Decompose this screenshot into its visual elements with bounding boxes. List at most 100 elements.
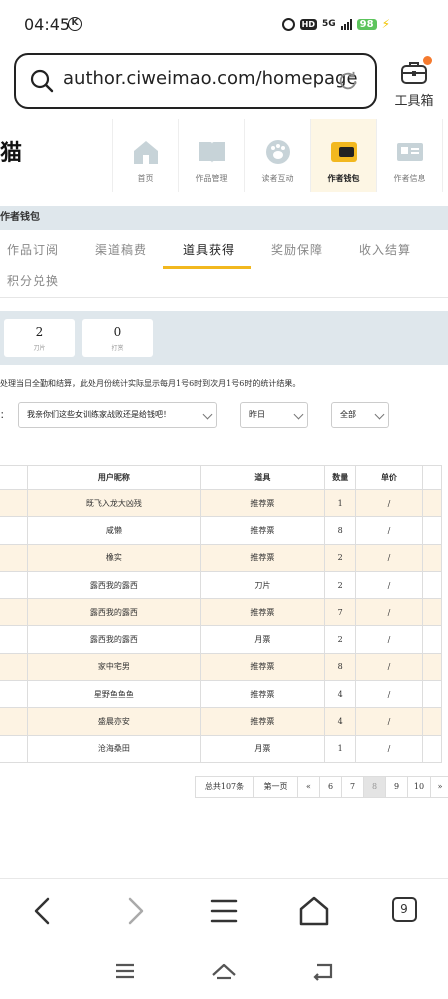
first-page-button[interactable]: 第一页	[253, 776, 298, 798]
active-tab-indicator	[163, 266, 251, 269]
alarm-icon	[281, 17, 295, 31]
chevron-down-icon	[293, 409, 304, 420]
browser-bottom-bar: 9	[0, 878, 448, 944]
type-select[interactable]: 全部	[331, 402, 389, 428]
table-row: 既飞入龙大凶残 推荐票 1/	[0, 488, 443, 518]
page-button[interactable]: 6	[319, 776, 342, 798]
page-button[interactable]: 7	[341, 776, 364, 798]
cell-item: 推荐票	[199, 707, 326, 736]
nav-label: 作者信息	[393, 174, 426, 183]
statistics-note: 处理当日全勤和结算，此处月份统计实际显示每月1号6时到次月1号6时的统计结果。	[0, 379, 301, 388]
menu-icon[interactable]	[204, 893, 244, 929]
tab-subscriptions[interactable]: 作品订阅	[7, 241, 59, 258]
paw-icon	[265, 140, 290, 164]
cell-nickname: 沧海桑田	[26, 734, 201, 763]
cell-quantity: 1	[324, 488, 357, 518]
wallet-icon	[330, 142, 357, 162]
hd-badge: HD	[299, 18, 317, 30]
nav-label: 首页	[137, 174, 154, 183]
nav-wallet[interactable]: 作者钱包	[311, 119, 377, 192]
cell-unit-price: /	[355, 734, 423, 763]
summary-card-blades: 2 刀片	[4, 319, 75, 357]
site-nav: 首页 作品管理 读者互动 作者钱包 作者信息	[112, 119, 448, 192]
table-row: 星野鱼鱼鱼 推荐票 4/	[0, 680, 443, 709]
recent-apps-icon[interactable]	[110, 959, 140, 983]
nav-label: 作品管理	[195, 174, 228, 183]
cell-item: 推荐票	[199, 680, 326, 709]
site-logo[interactable]: 猫	[0, 135, 22, 167]
charging-icon: ⚡	[381, 17, 390, 31]
status-indicators: HD 5G 98 ⚡	[281, 17, 390, 31]
current-page-button[interactable]: 8	[363, 776, 386, 798]
battery-level: 98	[356, 18, 377, 30]
cell-item: 推荐票	[199, 652, 326, 682]
page-button[interactable]: 9	[385, 776, 408, 798]
url-text[interactable]: author.ciweimao.com/homepage	[63, 68, 358, 89]
book-select[interactable]: 我亲你们这些女训练家战败还是给钱吧！	[18, 402, 217, 428]
cell-item: 推荐票	[199, 543, 326, 572]
cell-quantity: 2	[324, 625, 357, 654]
cell-item: 推荐票	[199, 488, 326, 518]
filter-label: ：	[0, 411, 10, 421]
cell-quantity: 4	[324, 707, 357, 736]
tabs-button[interactable]: 9	[384, 893, 424, 929]
nav-home[interactable]: 首页	[113, 119, 179, 192]
items-table: 用户昵称 道具 数量 单价 既飞入龙大凶残 推荐票 1/咸懒 推荐票 8/橡实 推荐票 2/…	[0, 465, 443, 763]
nav-readers[interactable]: 读者互动	[245, 119, 311, 192]
tab-points-exchange[interactable]: 积分兑换	[7, 272, 59, 289]
cell-unit-price: /	[355, 707, 423, 736]
summary-label: 刀片	[33, 345, 46, 352]
next-page-button[interactable]: »	[430, 776, 448, 798]
summary-card-tips: 0 打赏	[82, 319, 153, 357]
cell-nickname: 露西我的露西	[26, 570, 201, 600]
cell-unit-price: /	[355, 598, 423, 627]
toolbox-button[interactable]: 工具箱	[390, 56, 438, 109]
cell-quantity: 2	[324, 570, 357, 600]
system-nav-bar	[0, 944, 448, 999]
id-card-icon	[396, 143, 423, 161]
table-row: 橡实 推荐票 2/	[0, 543, 443, 572]
cell-quantity: 4	[324, 680, 357, 709]
cell-unit-price: /	[355, 652, 423, 682]
toolbox-icon	[400, 56, 432, 86]
page-button[interactable]: 10	[407, 776, 431, 798]
pagination: 总共107条 第一页 « 6 7 8 9 10 »	[195, 776, 448, 798]
wallet-tabs: 作品订阅 渠道稿费 道具获得 奖励保障 收入结算 积分兑换	[0, 232, 448, 298]
tab-rewards[interactable]: 奖励保障	[271, 241, 323, 258]
col-header-nickname: 用户昵称	[26, 465, 201, 490]
status-time: 04:45	[24, 15, 71, 34]
search-icon	[30, 69, 54, 93]
cell-nickname: 盛晨亦安	[26, 707, 201, 736]
table-row: 咸懒 推荐票 8/	[0, 516, 443, 545]
system-home-icon[interactable]	[209, 959, 239, 983]
system-back-icon[interactable]	[308, 959, 338, 983]
tab-items-received[interactable]: 道具获得	[183, 241, 235, 258]
forward-icon[interactable]	[114, 893, 154, 929]
col-header-unit-price: 单价	[355, 465, 423, 490]
tab-settlement[interactable]: 收入结算	[359, 241, 411, 258]
table-row: 露西我的露西 刀片 2/	[0, 570, 443, 600]
back-icon[interactable]	[24, 893, 64, 929]
summary-value: 2	[35, 325, 44, 339]
type-select-value: 全部	[340, 410, 356, 419]
tab-channel-fees[interactable]: 渠道稿费	[95, 241, 147, 258]
home-icon[interactable]	[294, 893, 334, 929]
cell-nickname: 露西我的露西	[26, 625, 201, 654]
chevron-down-icon	[374, 409, 385, 420]
address-bar[interactable]: author.ciweimao.com/homepage	[14, 53, 377, 109]
prev-page-button[interactable]: «	[297, 776, 320, 798]
cell-nickname: 星野鱼鱼鱼	[26, 680, 201, 709]
nav-label: 作者钱包	[327, 173, 360, 183]
date-select-value: 昨日	[249, 410, 265, 419]
cell-item: 推荐票	[199, 516, 326, 545]
date-select[interactable]: 昨日	[240, 402, 308, 428]
table-row: 露西我的露西 推荐票 7/	[0, 598, 443, 627]
nav-works[interactable]: 作品管理	[179, 119, 245, 192]
cell-quantity: 1	[324, 734, 357, 763]
reload-icon[interactable]	[337, 70, 359, 92]
table-row: 露西我的露西 月票 2/	[0, 625, 443, 654]
cell-nickname: 既飞入龙大凶残	[26, 488, 201, 518]
nav-author-info[interactable]: 作者信息	[377, 119, 443, 192]
nav-label: 读者互动	[261, 174, 294, 183]
cell-nickname: 咸懒	[26, 516, 201, 545]
